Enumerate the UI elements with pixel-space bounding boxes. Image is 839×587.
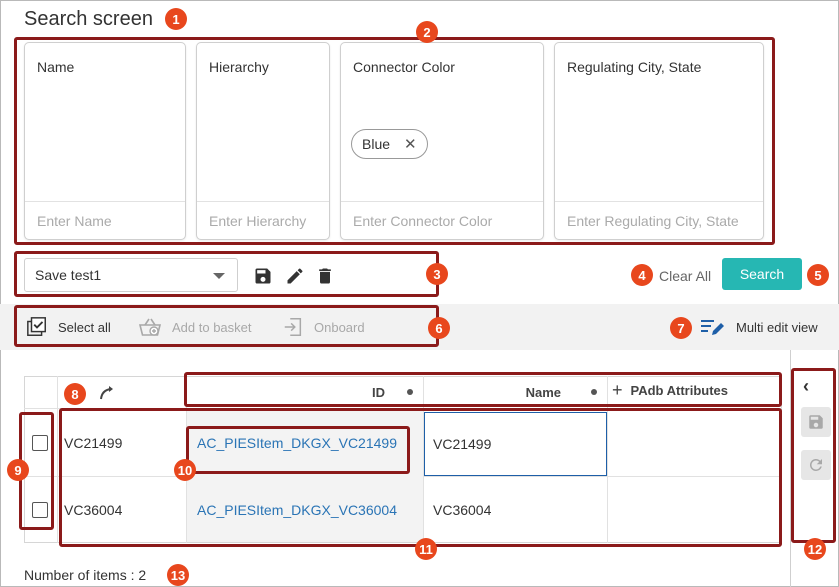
saved-search-value: Save test1 [35,267,102,283]
multi-edit-label: Multi edit view [736,319,818,335]
panel-save-button[interactable] [801,407,831,437]
name-field: Name [24,42,186,240]
hierarchy-field: Hierarchy [196,42,330,240]
badge-6: 6 [428,317,450,339]
name-column-header[interactable]: Name [424,376,607,408]
connector-color-chip: Blue ✕ [351,129,428,159]
collapse-panel-icon[interactable]: ‹ [803,376,809,397]
id-column-label: ID [372,384,385,400]
delete-icon[interactable] [315,265,335,287]
badge-13: 13 [167,564,189,586]
select-all-label: Select all [58,319,111,335]
name-cell-selected[interactable]: VC21499 [424,412,607,476]
chevron-down-icon [213,273,225,279]
chip-remove-icon[interactable]: ✕ [404,135,417,153]
save-icon [809,415,823,429]
name-column-label: Name [525,384,561,400]
grid-column-divider [57,376,58,543]
hierarchy-field-label: Hierarchy [209,59,269,75]
add-to-basket-label: Add to basket [172,319,252,335]
badge-8: 8 [64,383,86,405]
regulating-city-field: Regulating City, State [554,42,764,240]
onboard-icon [284,318,302,336]
badge-11: 11 [415,538,437,560]
reset-sort-icon[interactable] [98,385,116,401]
badge-7: 7 [670,317,692,339]
padb-attributes-header[interactable]: + PAdb Attributes [612,374,782,406]
badge-12: 12 [804,538,826,560]
save-icon[interactable] [253,265,273,287]
select-all-icon [27,317,46,336]
connector-color-input[interactable] [341,201,543,239]
side-panel-divider [790,350,791,587]
saved-search-select[interactable]: Save test1 [24,258,238,292]
grid-column-divider [607,376,608,543]
column-menu-icon[interactable] [591,389,597,395]
row-key: VC36004 [64,502,123,518]
padb-attributes-label: PAdb Attributes [630,382,729,398]
edit-icon[interactable] [285,265,305,287]
basket-icon [138,318,162,336]
regulating-city-input[interactable] [555,201,763,239]
badge-9: 9 [7,459,29,481]
add-column-icon[interactable]: + [612,380,623,401]
onboard-button[interactable]: Onboard [282,316,365,338]
badge-5: 5 [807,264,829,286]
connector-color-field-label: Connector Color [353,59,455,75]
item-id-link[interactable]: AC_PIESItem_DKGX_VC36004 [197,477,397,543]
badge-1: 1 [165,8,187,30]
search-button[interactable]: Search [722,258,802,290]
row-checkbox[interactable] [32,435,48,451]
onboard-label: Onboard [314,319,365,335]
page-title: Search screen [24,8,153,30]
regulating-city-field-label: Regulating City, State [567,59,702,75]
multi-edit-icon [701,320,724,335]
hierarchy-input[interactable] [197,201,329,239]
name-field-label: Name [37,59,75,75]
name-cell[interactable]: VC36004 [433,477,491,543]
badge-3: 3 [426,263,448,285]
row-checkbox[interactable] [32,502,48,518]
row-key: VC21499 [64,434,123,451]
name-input[interactable] [25,201,185,239]
add-to-basket-button[interactable]: Add to basket [138,316,252,338]
badge-2: 2 [416,21,438,43]
column-menu-icon[interactable] [407,389,413,395]
clear-all-button[interactable]: Clear All [659,268,711,284]
badge-4: 4 [631,264,653,286]
multi-edit-view-button[interactable]: Multi edit view [700,316,818,338]
chip-label: Blue [362,136,391,152]
item-count: Number of items : 2 [24,567,147,583]
refresh-icon [809,458,822,471]
select-all-button[interactable]: Select all [26,316,111,338]
panel-refresh-button[interactable] [801,450,831,480]
item-id-link[interactable]: AC_PIESItem_DKGX_VC21499 [197,409,397,476]
connector-color-field: Connector Color Blue ✕ [340,42,544,240]
badge-10: 10 [174,459,196,481]
id-column-header[interactable]: ID [187,376,423,408]
